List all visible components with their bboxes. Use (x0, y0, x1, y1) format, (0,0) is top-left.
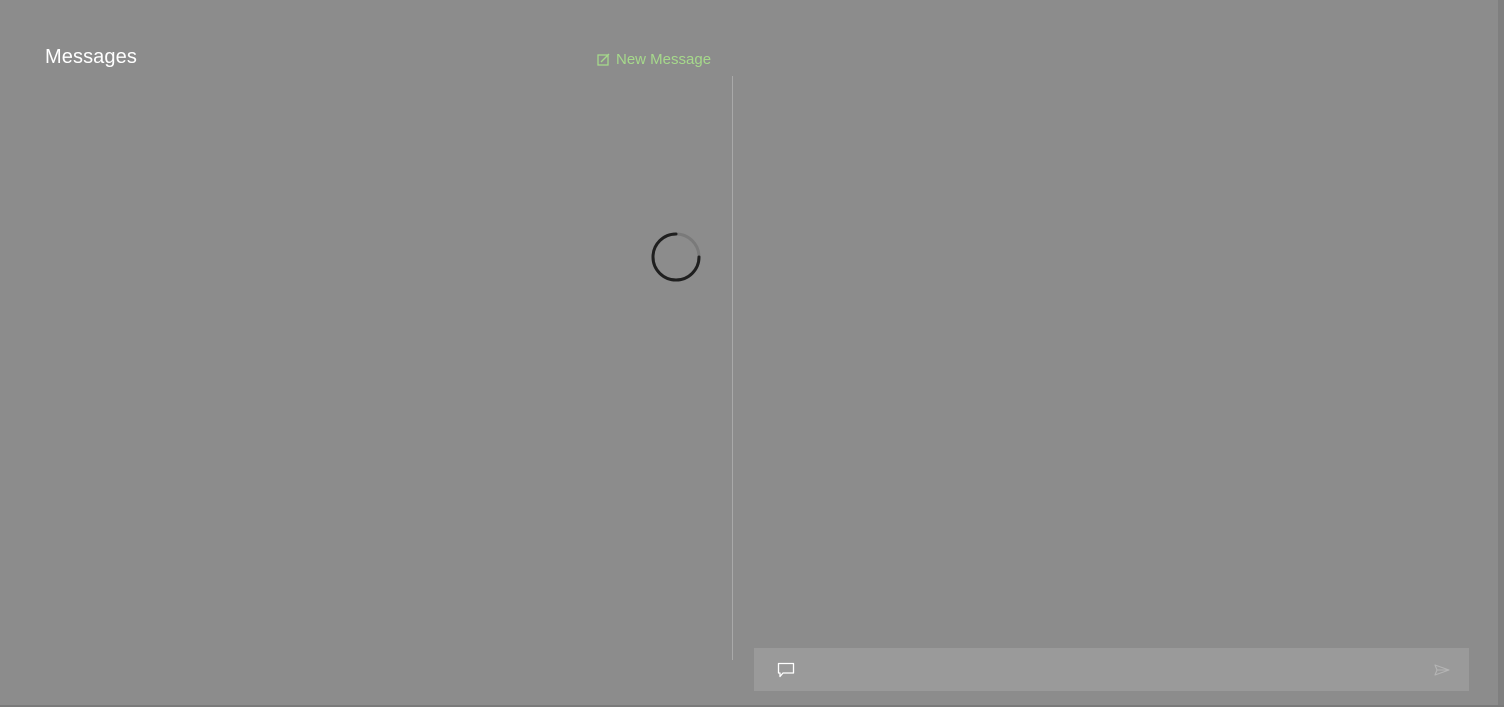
message-composer (754, 648, 1469, 691)
new-message-button[interactable]: New Message (597, 50, 711, 68)
scrollbar-track (1498, 0, 1504, 707)
send-button[interactable] (1432, 661, 1452, 679)
page-title: Messages (45, 46, 137, 68)
loading-spinner-icon (650, 231, 702, 283)
send-icon (1434, 663, 1450, 676)
new-message-label: New Message (616, 50, 712, 68)
message-input[interactable] (796, 648, 1432, 691)
chat-bubble-icon (776, 661, 796, 679)
pane-divider (732, 76, 733, 660)
compose-icon (597, 53, 610, 66)
messages-app: Messages New Message (0, 0, 1504, 707)
